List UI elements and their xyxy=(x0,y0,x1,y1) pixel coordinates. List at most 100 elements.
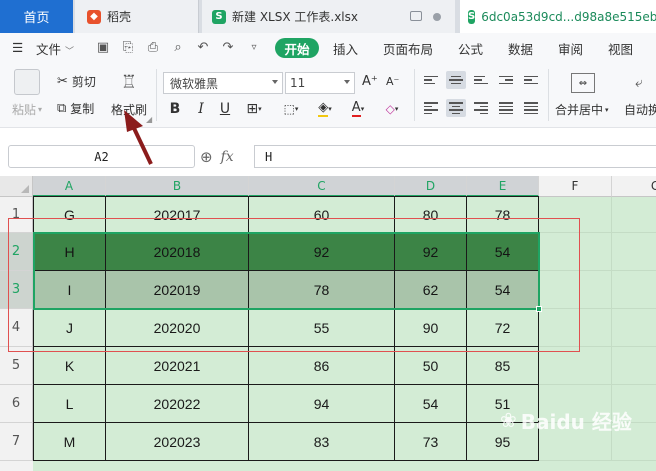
empty-cell[interactable] xyxy=(539,233,612,271)
cell-e1[interactable]: 78 xyxy=(467,197,539,233)
font-name-select[interactable]: 微软雅黑 xyxy=(163,72,283,94)
cell-c4[interactable]: 55 xyxy=(249,309,395,347)
tab-close-dot-icon[interactable] xyxy=(433,13,441,21)
column-header-f[interactable]: F xyxy=(539,176,612,197)
paste-icon[interactable] xyxy=(14,69,40,95)
row-header-5[interactable]: 5 xyxy=(0,347,33,385)
menu-start[interactable]: 开始 xyxy=(275,38,319,58)
tab-home[interactable]: 首页 xyxy=(0,0,73,33)
row-header-3[interactable]: 3 xyxy=(0,271,33,309)
cell-a4[interactable]: J xyxy=(33,309,106,347)
row-header-6[interactable]: 6 xyxy=(0,385,33,423)
fill-handle[interactable] xyxy=(536,306,542,312)
menu-data[interactable]: 数据 xyxy=(508,39,533,58)
hamburger-icon[interactable]: ☰ xyxy=(12,40,23,55)
align-right-button[interactable] xyxy=(471,99,491,117)
decrease-font-icon[interactable]: A⁻ xyxy=(386,75,399,88)
merge-center-icon[interactable]: ⇔ xyxy=(571,73,595,93)
fx-icon[interactable]: fx xyxy=(221,149,234,165)
name-box[interactable]: A2 xyxy=(8,145,195,168)
menu-view[interactable]: 视图 xyxy=(608,39,633,58)
paste-button[interactable]: 粘贴 ▾ xyxy=(12,101,42,118)
print-preview-icon[interactable]: ⌕ xyxy=(171,41,185,55)
empty-cell[interactable] xyxy=(612,271,656,309)
column-header-b[interactable]: B xyxy=(106,176,249,197)
indent-decrease-button[interactable] xyxy=(496,71,516,89)
menu-review[interactable]: 审阅 xyxy=(558,39,583,58)
font-size-select[interactable]: 11 xyxy=(285,72,355,94)
column-header-a[interactable]: A xyxy=(33,176,106,197)
align-top-button[interactable] xyxy=(421,71,441,89)
column-header-d[interactable]: D xyxy=(395,176,467,197)
menu-file[interactable]: 文件 ﹀ xyxy=(36,39,74,58)
cell-a2[interactable]: H xyxy=(33,233,106,271)
cell-d7[interactable]: 73 xyxy=(395,423,467,461)
empty-cell[interactable] xyxy=(539,271,612,309)
empty-cell[interactable] xyxy=(539,197,612,233)
cell-d6[interactable]: 54 xyxy=(395,385,467,423)
cell-style-button[interactable]: ⬚ ▾ xyxy=(276,99,306,119)
cell-a7[interactable]: M xyxy=(33,423,106,461)
export-icon[interactable]: ⎘ xyxy=(121,41,135,55)
cell-c6[interactable]: 94 xyxy=(249,385,395,423)
cell-c3[interactable]: 78 xyxy=(249,271,395,309)
column-header-g[interactable]: G xyxy=(612,176,656,197)
cell-d4[interactable]: 90 xyxy=(395,309,467,347)
monitor-icon[interactable] xyxy=(410,11,422,21)
cell-b4[interactable]: 202020 xyxy=(106,309,249,347)
redo-icon[interactable]: ↷ xyxy=(221,41,235,55)
empty-cell[interactable] xyxy=(612,197,656,233)
increase-font-icon[interactable]: A⁺ xyxy=(362,74,378,89)
auto-wrap-button[interactable]: 自动换 xyxy=(624,101,656,118)
cell-a6[interactable]: L xyxy=(33,385,106,423)
menu-formulas[interactable]: 公式 xyxy=(458,39,483,58)
bold-button[interactable]: B xyxy=(166,99,184,119)
row-header-4[interactable]: 4 xyxy=(0,309,33,347)
format-painter-icon[interactable]: ♖ xyxy=(118,69,140,95)
cell-b1[interactable]: 202017 xyxy=(106,197,249,233)
undo-icon[interactable]: ↶ xyxy=(196,41,210,55)
dialog-launcher-icon[interactable]: ◢ xyxy=(146,115,152,124)
cell-e4[interactable]: 72 xyxy=(467,309,539,347)
indent-increase-button[interactable] xyxy=(521,71,541,89)
cell-e5[interactable]: 85 xyxy=(467,347,539,385)
row-header-1[interactable]: 1 xyxy=(0,197,33,233)
cell-c7[interactable]: 83 xyxy=(249,423,395,461)
justify-button[interactable] xyxy=(496,99,516,117)
cell-c2[interactable]: 92 xyxy=(249,233,395,271)
empty-cell[interactable] xyxy=(612,347,656,385)
distribute-button[interactable] xyxy=(521,99,541,117)
wrap-text-icon[interactable]: ⤶ xyxy=(635,73,655,93)
zoom-search-icon[interactable]: ⊕ xyxy=(200,148,213,166)
underline-button[interactable]: U xyxy=(216,99,234,119)
customize-chevron-icon[interactable]: ▿ xyxy=(247,41,261,55)
column-header-e[interactable]: E xyxy=(467,176,539,197)
cell-b2[interactable]: 202018 xyxy=(106,233,249,271)
row-header-2[interactable]: 2 xyxy=(0,233,33,271)
copy-button[interactable]: ⧉ 复制 xyxy=(57,100,94,117)
cut-button[interactable]: ✂ 剪切 xyxy=(57,73,96,90)
empty-cell[interactable] xyxy=(539,309,612,347)
tab-active-file[interactable]: S 6dc0a53d9cd...d98a8e515eb xyxy=(460,0,656,33)
cell-a1[interactable]: G xyxy=(33,197,106,233)
border-button[interactable]: ⊞ ▾ xyxy=(242,99,266,119)
column-header-c[interactable]: C xyxy=(249,176,395,197)
formula-input[interactable]: H xyxy=(254,145,656,168)
align-middle-button[interactable] xyxy=(446,71,466,89)
save-icon[interactable]: ▣ xyxy=(96,41,110,55)
cell-a3[interactable]: I xyxy=(33,271,106,309)
cell-b6[interactable]: 202022 xyxy=(106,385,249,423)
format-painter-button[interactable]: 格式刷 xyxy=(111,101,147,118)
select-all-corner[interactable] xyxy=(0,176,33,197)
cell-d3[interactable]: 62 xyxy=(395,271,467,309)
cell-d2[interactable]: 92 xyxy=(395,233,467,271)
menu-insert[interactable]: 插入 xyxy=(333,39,358,58)
align-center-button[interactable] xyxy=(446,99,466,117)
tab-docer[interactable]: ◆ 稻壳 xyxy=(75,0,199,33)
align-bottom-button[interactable] xyxy=(471,71,491,89)
fill-color-button[interactable]: ◈ ▾ xyxy=(310,99,340,119)
cell-b3[interactable]: 202019 xyxy=(106,271,249,309)
menu-page-layout[interactable]: 页面布局 xyxy=(383,39,433,58)
align-left-button[interactable] xyxy=(421,99,441,117)
empty-cell[interactable] xyxy=(612,309,656,347)
